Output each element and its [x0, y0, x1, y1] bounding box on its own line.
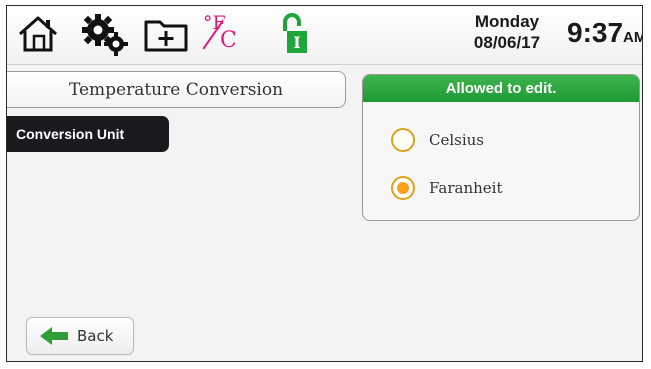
option-label-celsius: Celsius	[429, 131, 485, 149]
current-day: Monday	[474, 12, 540, 31]
clock: 9:37AM	[567, 17, 642, 49]
left-arrow-icon	[40, 327, 68, 345]
option-label-faranheit: Faranheit	[429, 179, 503, 197]
temperature-unit-icon[interactable]: °F C	[200, 10, 246, 56]
back-button[interactable]: Back	[26, 317, 134, 355]
back-label: Back	[77, 327, 114, 345]
radio-celsius[interactable]	[391, 128, 415, 152]
option-faranheit[interactable]: Faranheit	[391, 176, 502, 200]
clock-time: 9:37	[567, 17, 624, 48]
unlock-letter: I	[293, 33, 300, 52]
unlock-icon[interactable]: I	[280, 13, 310, 59]
sidebar-item-conversion-unit[interactable]: Conversion Unit	[7, 116, 169, 152]
temp-icon-c: C	[220, 28, 237, 53]
settings-icon[interactable]	[80, 13, 132, 61]
option-celsius[interactable]: Celsius	[391, 128, 484, 152]
page-title: Temperature Conversion	[7, 71, 346, 108]
top-bar: °F C I Monday 08/06/17 9:37AM	[7, 6, 642, 65]
home-icon[interactable]	[17, 14, 59, 58]
current-date: 08/06/17	[473, 33, 541, 52]
panel-header: Allowed to edit.	[363, 75, 639, 102]
device-screen: °F C I Monday 08/06/17 9:37AM Temperatur…	[6, 5, 643, 362]
clock-ampm: AM	[623, 29, 642, 46]
radio-faranheit[interactable]	[391, 176, 415, 200]
radio-selected-dot	[397, 182, 409, 194]
add-folder-icon[interactable]	[143, 15, 189, 57]
conversion-unit-panel: Allowed to edit. Celsius Faranheit	[362, 74, 640, 221]
